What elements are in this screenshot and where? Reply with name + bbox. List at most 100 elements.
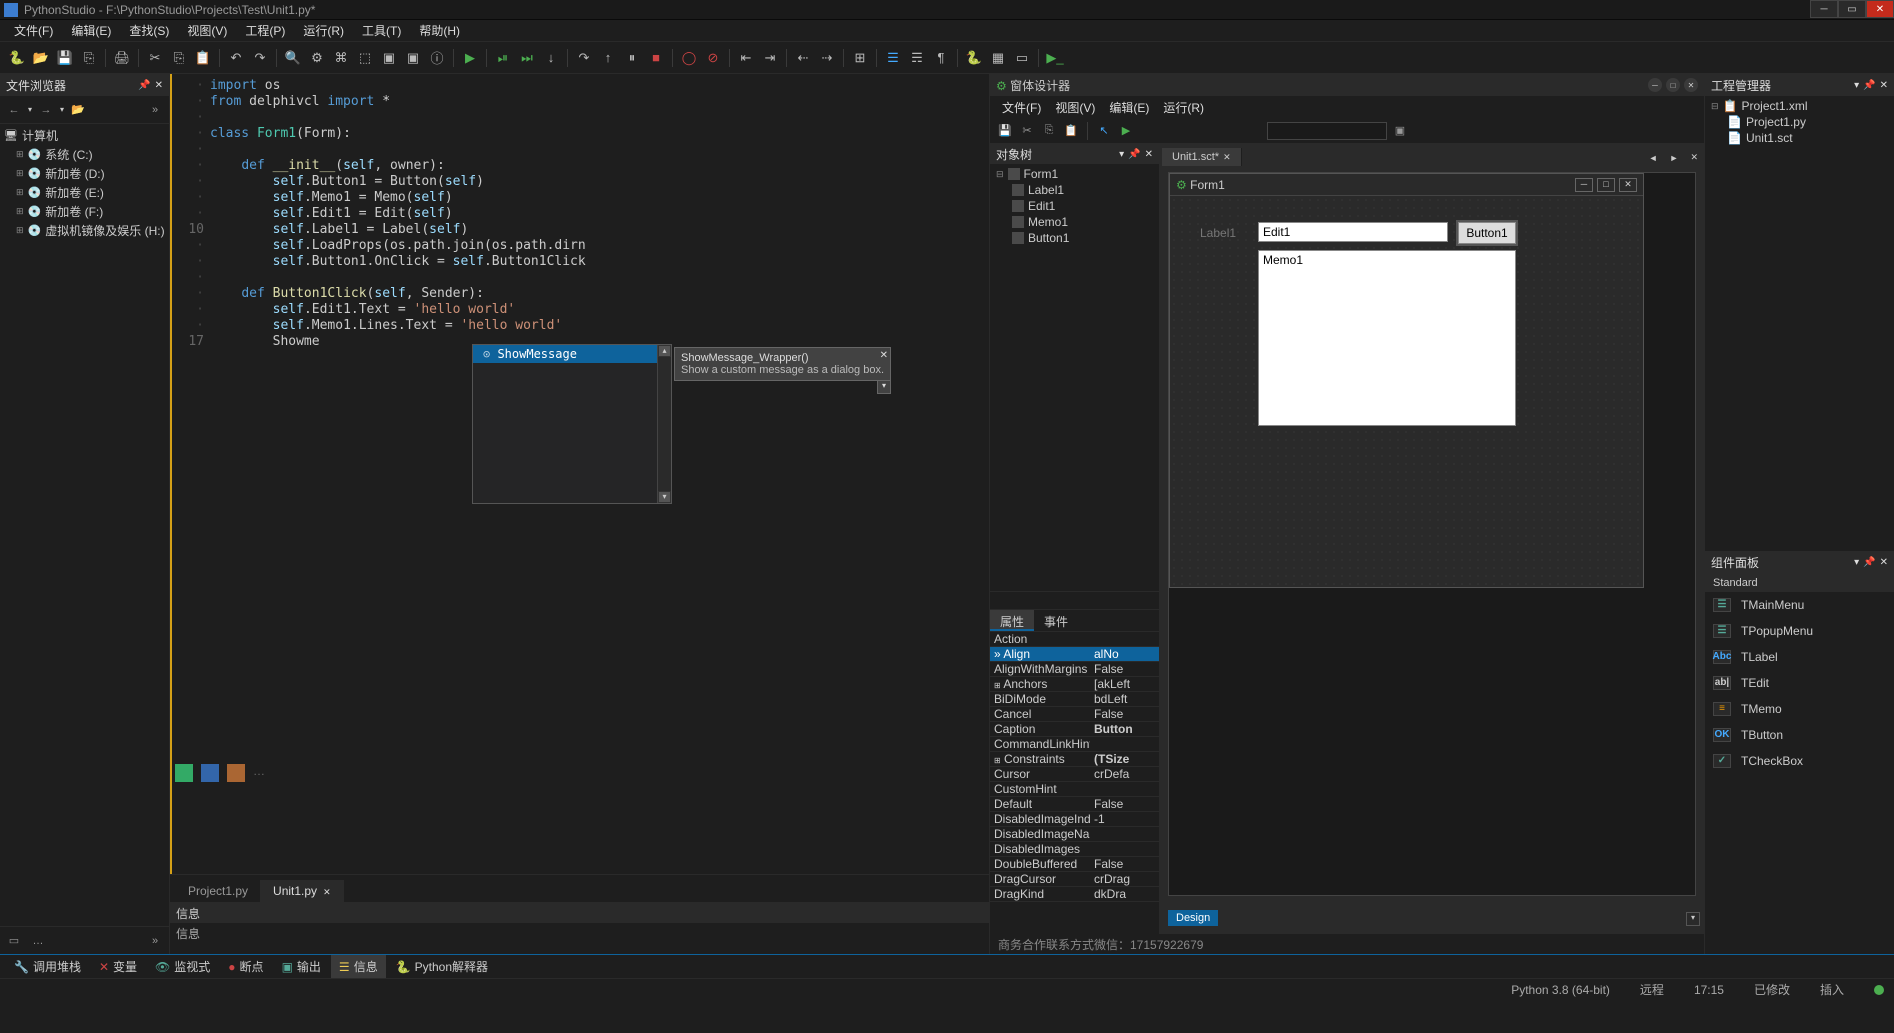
indent-icon[interactable]: ⇢ [816,47,838,69]
object-tree[interactable]: ⊟ Form1Label1Edit1Memo1Button1 [990,164,1159,248]
info-icon[interactable]: ⓘ [426,47,448,69]
design-mode-badge[interactable]: Design [1168,910,1218,926]
tool5-icon[interactable]: ☴ [906,47,928,69]
prop-row[interactable]: ⊞ Constraints(TSize [990,752,1159,767]
tab-nav-left-icon[interactable]: ◄ [1643,150,1664,166]
pause-icon[interactable]: ⏸ [621,47,643,69]
project-tree-item[interactable]: ⊟ 📋Project1.xml [1707,98,1892,114]
bottom-tab[interactable]: 🔧调用堆栈 [6,955,89,978]
drive-tree[interactable]: 🖥计算机⊞ 💿系统 (C:)⊞ 💿新加卷 (D:)⊞ 💿新加卷 (E:)⊞ 💿新… [0,124,169,527]
props-tab[interactable]: 事件 [1034,610,1078,631]
indent-right-icon[interactable]: ⇥ [759,47,781,69]
prop-row[interactable]: CancelFalse [990,707,1159,722]
breakpoint-icon[interactable]: ◯ [678,47,700,69]
nav-forward-icon[interactable]: → [36,100,56,120]
copy-icon[interactable]: ⎘ [168,47,190,69]
prop-row[interactable]: ⊞ Anchors[akLeft [990,677,1159,692]
palette-item[interactable]: ab|TEdit [1705,670,1894,696]
prop-row[interactable]: DisabledImages [990,842,1159,857]
menu-item[interactable]: 运行(R) [295,20,352,41]
step-over-icon[interactable]: ↷ [573,47,595,69]
maximize-button[interactable]: ▭ [1838,0,1866,18]
palette-item[interactable]: OKTButton [1705,722,1894,748]
tree-item[interactable]: ⊞ 💿新加卷 (F:) [4,202,165,221]
terminal-icon[interactable]: ▶_ [1044,47,1066,69]
bottom-tab[interactable]: 👁监视式 [147,955,218,978]
prop-row[interactable]: DragKinddkDra [990,887,1159,902]
bottom-tab[interactable]: ✕变量 [91,955,145,978]
print-icon[interactable]: 🖨 [111,47,133,69]
prop-row[interactable]: CommandLinkHint [990,737,1159,752]
menu-item[interactable]: 视图(V) [179,20,235,41]
dtb-cursor-icon[interactable]: ↖ [1095,122,1113,140]
project-tree[interactable]: ⊟ 📋Project1.xml📄Project1.py📄Unit1.sct [1705,96,1894,148]
settings-icon[interactable]: ⚙ [306,47,328,69]
obj-tree-item[interactable]: Edit1 [992,198,1157,214]
palette-item[interactable]: AbcTLabel [1705,644,1894,670]
designer-menu-item[interactable]: 编辑(E) [1103,97,1155,118]
close-panel-icon[interactable]: ✕ [155,80,163,91]
tool4-icon[interactable]: ▣ [402,47,424,69]
python2-icon[interactable]: 🐍 [963,47,985,69]
python-icon[interactable]: 🐍 [6,47,28,69]
obj-tree-item[interactable]: Label1 [992,182,1157,198]
palette-tab[interactable]: Standard [1705,574,1894,592]
tree-item[interactable]: 🖥计算机 [4,126,165,145]
code-editor[interactable]: ·········10······17 import os from delph… [170,74,989,874]
cut-icon[interactable]: ✂ [144,47,166,69]
tree-item[interactable]: ⊞ 💿虚拟机镜像及娱乐 (H:) [4,221,165,240]
undo-icon[interactable]: ↶ [225,47,247,69]
props-grid[interactable]: Action» AlignalNoAlignWithMarginsFalse⊞ … [990,632,1159,935]
menu-item[interactable]: 查找(S) [121,20,177,41]
debug-icon[interactable]: ⏯ [492,47,514,69]
palette-item[interactable]: ≡TMemo [1705,696,1894,722]
prop-row[interactable]: » AlignalNo [990,647,1159,662]
dropdown-icon[interactable]: ▾ [1686,912,1700,926]
search-icon[interactable]: 🔍 [282,47,304,69]
tool3-icon[interactable]: ▣ [378,47,400,69]
tool-icon[interactable]: ⌘ [330,47,352,69]
mock-max-icon[interactable]: □ [1597,178,1615,192]
form-canvas[interactable]: ⚙ Form1 ─□✕ Label1 Edit1 Button1 Memo1 [1168,172,1696,896]
tree-item[interactable]: ⊞ 💿系统 (C:) [4,145,165,164]
pilcrow-icon[interactable]: ¶ [930,47,952,69]
minimize-button[interactable]: ─ [1810,0,1838,18]
indent-left-icon[interactable]: ⇤ [735,47,757,69]
autocomplete-popup[interactable]: ⊙ ShowMessage ▴▾ [472,344,672,504]
tooltip-close-icon[interactable]: ✕ [880,350,888,361]
dtb-paste-icon[interactable]: 📋 [1062,122,1080,140]
sb1-icon[interactable] [175,764,193,782]
grid-icon[interactable]: ⊞ [849,47,871,69]
prop-row[interactable]: DisabledImageIndex-1 [990,812,1159,827]
autocomplete-item[interactable]: ⊙ ShowMessage [473,345,671,363]
bottom-tab[interactable]: ▣输出 [274,955,329,978]
tab-close-icon[interactable]: ✕ [1684,149,1704,166]
redo-icon[interactable]: ↷ [249,47,271,69]
step-into-icon[interactable]: ↓ [540,47,562,69]
palette-item[interactable]: ✓TCheckBox [1705,748,1894,774]
window-icon[interactable]: ▦ [987,47,1009,69]
mock-edit[interactable]: Edit1 [1258,222,1448,242]
dtb-copy-icon[interactable]: ⎘ [1040,122,1058,140]
palette-item[interactable]: ☰TMainMenu [1705,592,1894,618]
palette-item[interactable]: ☰TPopupMenu [1705,618,1894,644]
bottom-tab[interactable]: ☰信息 [331,955,386,978]
list-icon[interactable]: ☰ [882,47,904,69]
mock-button[interactable]: Button1 [1458,222,1516,244]
prop-row[interactable]: CaptionButton [990,722,1159,737]
designer-menu-item[interactable]: 视图(V) [1049,97,1101,118]
prop-row[interactable]: DisabledImageName [990,827,1159,842]
pin-icon[interactable]: 📌 [138,80,150,91]
saveall-icon[interactable]: ⎘ [78,47,100,69]
mock-min-icon[interactable]: ─ [1575,178,1593,192]
autocomplete-scrollbar[interactable]: ▴▾ [657,345,671,503]
outdent-icon[interactable]: ⇠ [792,47,814,69]
dtb-save-icon[interactable]: 💾 [996,122,1014,140]
mock-close-icon[interactable]: ✕ [1619,178,1637,192]
dtb-tool-icon[interactable]: ▣ [1391,122,1409,140]
paste-icon[interactable]: 📋 [192,47,214,69]
mock-memo[interactable]: Memo1 [1258,250,1516,426]
designer-close-icon[interactable]: ✕ [1684,78,1698,92]
mock-form-body[interactable]: Label1 Edit1 Button1 Memo1 [1170,196,1643,587]
prop-row[interactable]: DefaultFalse [990,797,1159,812]
